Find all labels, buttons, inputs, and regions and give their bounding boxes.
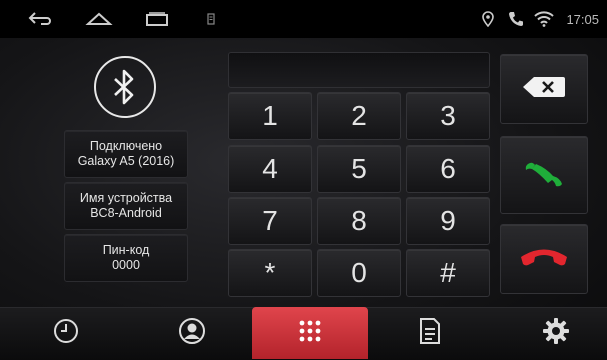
wifi-icon — [534, 10, 554, 28]
key-7[interactable]: 7 — [228, 197, 312, 245]
clock-time: 17:05 — [566, 12, 599, 27]
pin-code-value: 0000 — [112, 258, 140, 272]
settings-icon — [542, 317, 570, 350]
phone-icon — [508, 10, 524, 28]
call-accept-icon — [522, 156, 566, 195]
key-0[interactable]: 0 — [317, 249, 401, 297]
hang-up-button[interactable] — [500, 224, 588, 294]
device-name-label: Имя устройства — [79, 191, 173, 205]
call-end-icon — [519, 244, 569, 275]
call-button[interactable] — [500, 136, 588, 214]
recents-icon[interactable] — [142, 10, 172, 28]
connection-status-box: Подключено Galaxy A5 (2016) — [64, 130, 188, 178]
key-9[interactable]: 9 — [406, 197, 490, 245]
key-3[interactable]: 3 — [406, 92, 490, 140]
backspace-button[interactable] — [500, 54, 588, 124]
key-8[interactable]: 8 — [317, 197, 401, 245]
key-1[interactable]: 1 — [228, 92, 312, 140]
key-hash[interactable]: # — [406, 249, 490, 297]
dial-number-display — [228, 52, 490, 88]
pin-code-label: Пин-код — [102, 243, 150, 257]
backspace-icon — [522, 76, 566, 103]
bluetooth-phone-screen: 17:05 Подключено Galaxy A5 (2016) Имя ус… — [0, 0, 607, 360]
tab-call-history[interactable] — [34, 307, 98, 359]
tab-settings[interactable] — [524, 307, 588, 359]
tab-messages[interactable] — [398, 307, 462, 359]
tab-contacts[interactable] — [160, 307, 224, 359]
key-4[interactable]: 4 — [228, 145, 312, 193]
messages-icon — [419, 317, 441, 350]
device-name-value: BC8-Android — [90, 206, 162, 220]
key-5[interactable]: 5 — [317, 145, 401, 193]
connected-device-name: Galaxy A5 (2016) — [77, 154, 175, 168]
location-icon — [481, 10, 495, 28]
status-bar: 17:05 — [0, 0, 607, 38]
key-star[interactable]: * — [228, 249, 312, 297]
back-icon[interactable] — [26, 10, 54, 28]
home-icon[interactable] — [84, 10, 114, 28]
notification-icon — [205, 10, 217, 28]
call-history-icon — [53, 318, 79, 349]
tab-dialpad[interactable] — [252, 307, 368, 359]
device-name-box[interactable]: Имя устройства BC8-Android — [64, 182, 188, 230]
pin-code-box[interactable]: Пин-код 0000 — [64, 234, 188, 282]
key-2[interactable]: 2 — [317, 92, 401, 140]
dialpad-icon — [298, 319, 322, 348]
connection-status-label: Подключено — [89, 139, 163, 153]
bluetooth-icon — [94, 56, 156, 118]
contacts-icon — [178, 317, 206, 350]
key-6[interactable]: 6 — [406, 145, 490, 193]
